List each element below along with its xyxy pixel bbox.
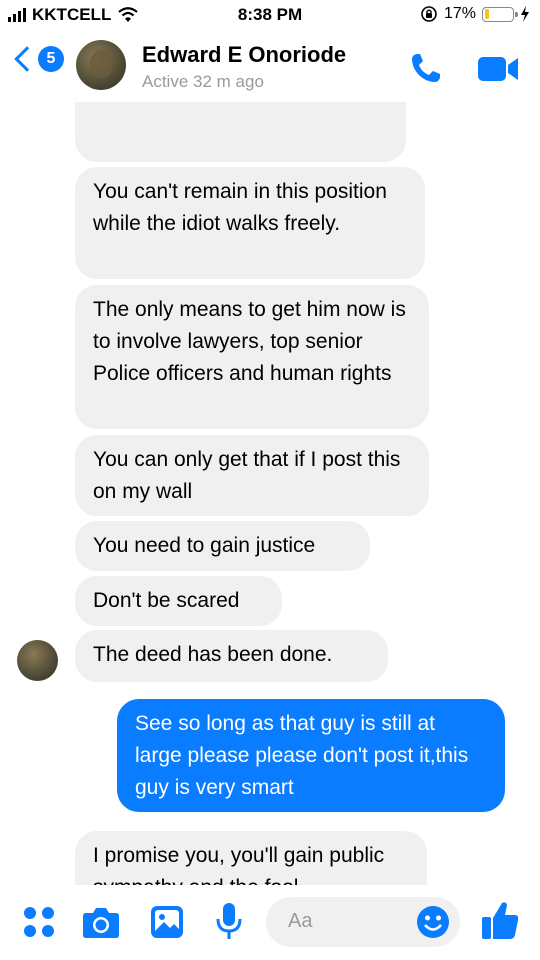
contact-name[interactable]: Edward E Onoriode — [142, 42, 346, 68]
message-thread[interactable]: This picture have to go public.You can't… — [0, 0, 540, 960]
phone-call-icon[interactable] — [408, 50, 444, 86]
chevron-left-icon — [14, 46, 40, 72]
message-input-placeholder: Aa — [288, 910, 313, 932]
received-message[interactable]: You need to gain justice — [75, 521, 370, 571]
received-message[interactable]: Don't be scared — [75, 576, 282, 626]
contact-avatar[interactable] — [76, 40, 126, 90]
unread-badge: 5 — [38, 46, 64, 72]
back-button[interactable]: 5 — [12, 46, 64, 72]
active-status: Active 32 m ago — [142, 72, 264, 91]
emoji-icon[interactable] — [416, 905, 450, 939]
thumbs-up-icon[interactable] — [480, 899, 520, 941]
message-composer: Aa — [0, 885, 540, 960]
sent-message[interactable]: See so long as that guy is still at larg… — [117, 699, 505, 812]
microphone-icon[interactable] — [214, 901, 244, 941]
conversation-header: 5 Edward E Onoriode Active 32 m ago — [0, 32, 540, 102]
video-call-icon[interactable] — [476, 52, 520, 84]
received-message[interactable]: You can't remain in this position while … — [75, 167, 425, 279]
received-message[interactable]: The only means to get him now is to invo… — [75, 285, 429, 429]
received-message[interactable]: You can only get that if I post this on … — [75, 435, 429, 516]
apps-icon[interactable] — [22, 905, 56, 939]
contact-avatar-small[interactable] — [17, 640, 58, 681]
camera-icon[interactable] — [82, 905, 120, 939]
gallery-icon[interactable] — [150, 905, 184, 939]
received-message[interactable]: The deed has been done. — [75, 630, 388, 682]
